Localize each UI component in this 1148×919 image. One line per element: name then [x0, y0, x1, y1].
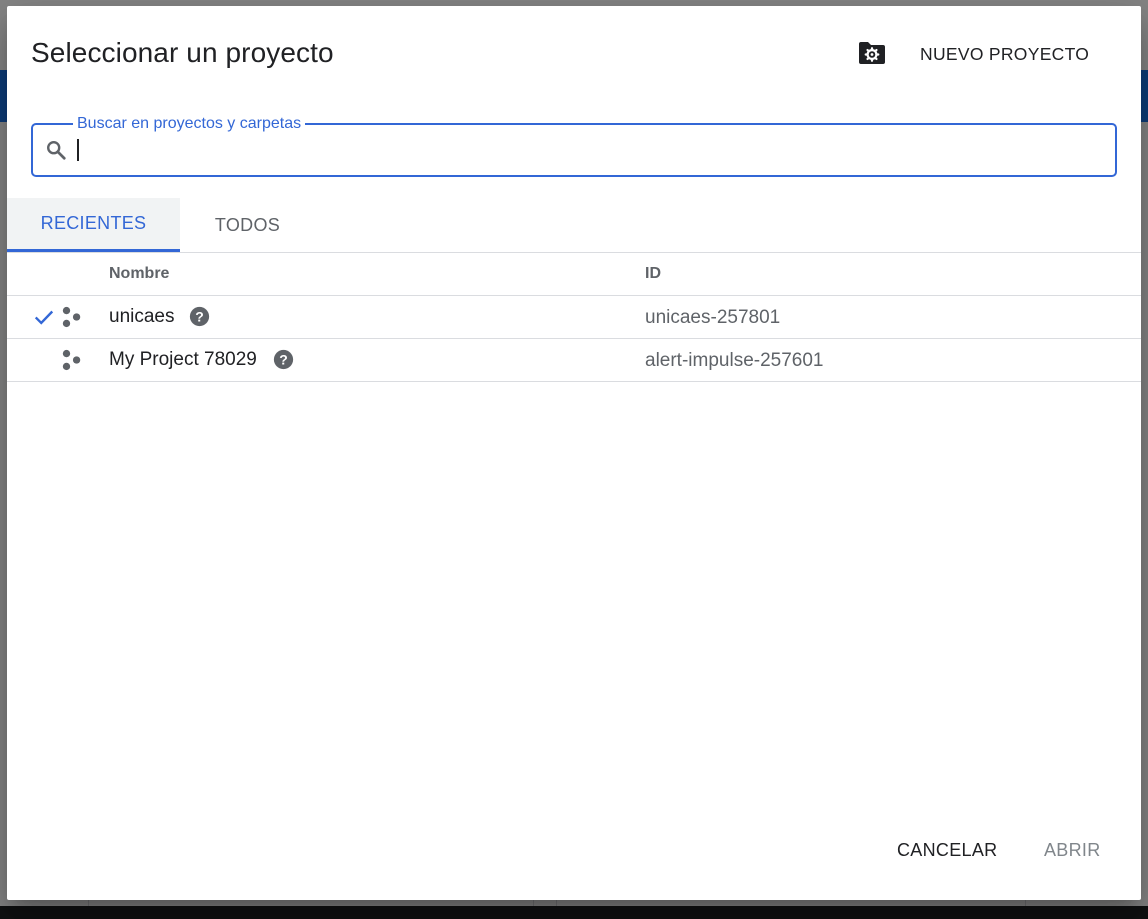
table-row[interactable]: My Project 78029 ? alert-impulse-257601 [7, 339, 1141, 382]
project-name[interactable]: unicaes [109, 306, 175, 328]
folder-settings-icon [859, 42, 885, 64]
search-input[interactable] [77, 133, 1097, 167]
project-icon [62, 306, 81, 328]
cancel-button[interactable]: CANCELAR [883, 832, 1011, 868]
table-header: Nombre ID [7, 253, 1141, 296]
project-icon [62, 349, 81, 371]
search-label: Buscar en proyectos y carpetas [73, 115, 306, 133]
project-id: alert-impulse-257601 [645, 350, 824, 371]
svg-text:?: ? [195, 308, 204, 324]
manage-folders-button[interactable] [854, 38, 890, 68]
column-header-id[interactable]: ID [645, 265, 661, 283]
svg-text:?: ? [279, 351, 288, 367]
table-row[interactable]: unicaes ? unicaes-257801 [7, 296, 1141, 339]
project-id: unicaes-257801 [645, 307, 781, 328]
help-icon[interactable]: ? [189, 306, 210, 327]
search-icon [47, 141, 66, 160]
help-icon[interactable]: ? [273, 349, 294, 370]
search-field[interactable]: Buscar en proyectos y carpetas [31, 115, 1117, 177]
tab-all[interactable]: TODOS [180, 198, 315, 252]
tab-bar: RECIENTES TODOS [7, 198, 1141, 253]
project-name[interactable]: My Project 78029 [109, 349, 257, 371]
project-select-dialog: Seleccionar un proyecto NUEVO PROYECTO B… [7, 6, 1141, 900]
check-icon [34, 310, 54, 325]
open-button[interactable]: ABRIR [1030, 832, 1115, 868]
column-header-name[interactable]: Nombre [109, 265, 169, 283]
tab-recent[interactable]: RECIENTES [7, 198, 180, 252]
new-project-button[interactable]: NUEVO PROYECTO [904, 40, 1105, 68]
dialog-title: Seleccionar un proyecto [31, 37, 334, 68]
text-cursor [77, 139, 79, 161]
